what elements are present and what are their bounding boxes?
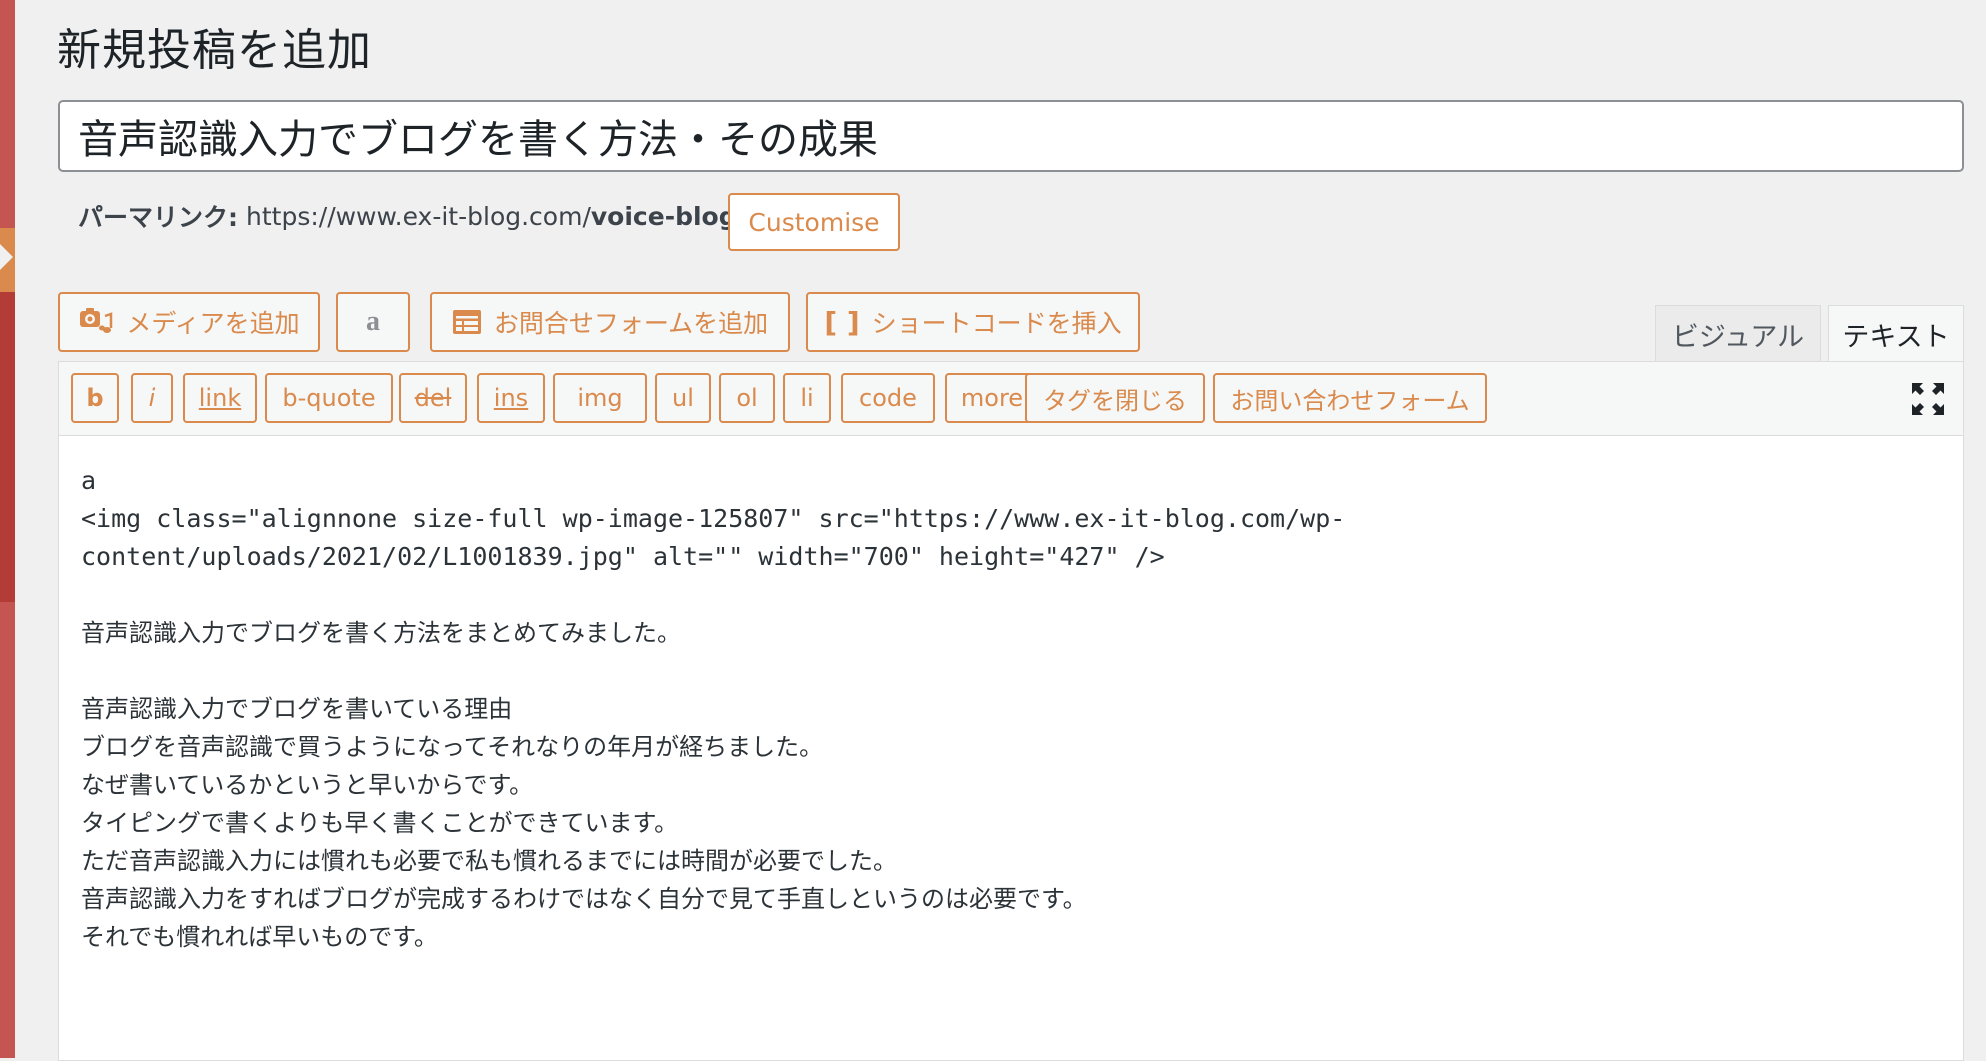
admin-menu-strip	[0, 0, 15, 1058]
permalink-base-url[interactable]: https://www.ex-it-blog.com/	[246, 202, 591, 231]
qt-li-button[interactable]: li	[783, 373, 831, 423]
add-contact-form-button[interactable]: お問合せフォームを追加	[430, 292, 790, 352]
post-title-input[interactable]: 音声認識入力でブログを書く方法・その成果	[58, 100, 1964, 172]
content-textarea[interactable]: a <img class="alignnone size-full wp-imag…	[81, 462, 1941, 956]
page-title: 新規投稿を追加	[57, 25, 372, 76]
editor-container: b i link b-quote del ins img ul ol li co…	[58, 361, 1964, 1061]
add-media-label: メディアを追加	[126, 309, 300, 338]
tab-text[interactable]: テキスト	[1828, 305, 1964, 363]
content-line: ただ音声認識入力には慣れも必要で私も慣れるまでには時間が必要でした。	[81, 847, 897, 875]
content-line: ブログを音声認識で買うようになってそれなりの年月が経ちました。	[81, 733, 824, 761]
content-line: タイピングで書くよりも早く書くことができています。	[81, 809, 679, 837]
qt-img-button[interactable]: img	[553, 373, 647, 423]
permalink-label: パーマリンク:	[78, 203, 238, 232]
tab-visual[interactable]: ビジュアル	[1655, 305, 1821, 362]
content-line: a	[81, 466, 97, 495]
permalink-row: パーマリンク: https://www.ex-it-blog.com/voice…	[78, 198, 737, 234]
qt-blockquote-button[interactable]: b-quote	[265, 373, 393, 423]
content-line: それでも慣れれば早いものです。	[81, 923, 438, 951]
content-blank-line	[81, 576, 1941, 614]
content-blank-line	[81, 652, 1941, 690]
customise-permalink-button[interactable]: Customise	[728, 193, 900, 251]
qt-link-button[interactable]: link	[183, 373, 257, 423]
qt-close-tags-button[interactable]: タグを閉じる	[1025, 373, 1205, 423]
qt-italic-button[interactable]: i	[131, 373, 173, 423]
content-line: なぜ書いているかというと早いからです。	[81, 771, 534, 799]
add-contact-form-label: お問合せフォームを追加	[493, 309, 769, 338]
insert-shortcode-label: ショートコードを挿入	[871, 309, 1122, 338]
media-camera-music-icon	[78, 306, 114, 338]
amazon-icon: a	[366, 306, 380, 337]
amazon-button[interactable]: a	[336, 292, 410, 352]
content-line: content/uploads/2021/02/L1001839.jpg" al…	[81, 542, 1165, 571]
content-line: <img class="alignnone size-full wp-image…	[81, 504, 1346, 533]
form-icon	[452, 309, 482, 335]
add-media-button[interactable]: メディアを追加	[58, 292, 320, 352]
active-menu-pointer	[0, 244, 13, 270]
permalink-slug[interactable]: voice-blog	[591, 202, 737, 231]
qt-code-button[interactable]: code	[841, 373, 935, 423]
content-line: 音声認識入力でブログを書く方法をまとめてみました。	[81, 619, 681, 647]
admin-menu-section	[0, 290, 15, 602]
content-line: 音声認識入力でブログを書いている理由	[81, 695, 513, 723]
distraction-free-icon[interactable]	[1911, 382, 1945, 416]
qt-ol-button[interactable]: ol	[719, 373, 775, 423]
post-title-value: 音声認識入力でブログを書く方法・その成果	[78, 117, 878, 163]
qt-contact-form-button[interactable]: お問い合わせフォーム	[1213, 373, 1487, 423]
content-line: 音声認識入力をすればブログが完成するわけではなく自分で見て手直しというのは必要で…	[81, 885, 1087, 913]
shortcode-brackets-icon: [ ]	[824, 305, 860, 339]
qt-del-button[interactable]: del	[399, 373, 467, 423]
quicktags-toolbar: b i link b-quote del ins img ul ol li co…	[59, 362, 1963, 436]
insert-shortcode-button[interactable]: [ ] ショートコードを挿入	[806, 292, 1140, 352]
qt-ins-button[interactable]: ins	[477, 373, 545, 423]
qt-bold-button[interactable]: b	[71, 373, 119, 423]
qt-ul-button[interactable]: ul	[655, 373, 711, 423]
